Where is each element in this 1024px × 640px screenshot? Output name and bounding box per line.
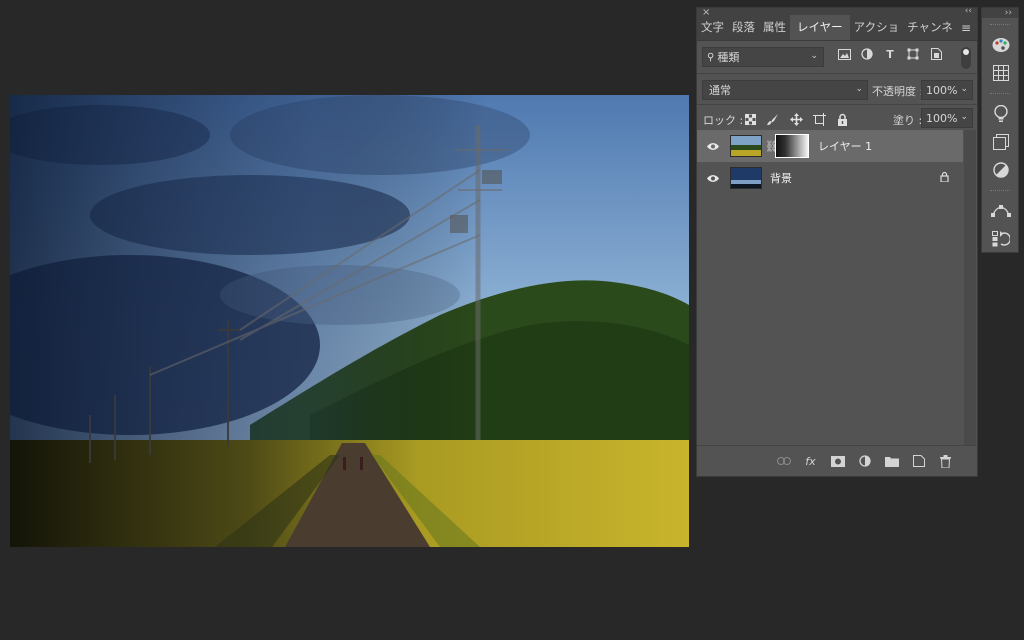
layer-row-background[interactable]: 背景: [697, 162, 963, 194]
strip-grip[interactable]: [990, 24, 1010, 28]
layers-scrollbar[interactable]: [964, 130, 976, 445]
expand-panels-icon[interactable]: ››: [982, 8, 1018, 18]
tab-layers[interactable]: レイヤー: [790, 15, 850, 40]
close-icon[interactable]: ×: [702, 7, 710, 18]
layer-filter-label: 種類: [717, 51, 740, 64]
new-layer-icon[interactable]: [911, 454, 926, 468]
blend-row: 通常 ⌄ 不透明度 : 100% ⌄: [697, 74, 977, 104]
adjustments-icon[interactable]: [982, 156, 1020, 184]
document-canvas[interactable]: [10, 95, 689, 547]
tab-paragraph[interactable]: 段落: [728, 19, 759, 40]
lock-transparent-pixels-icon[interactable]: [743, 112, 757, 126]
libraries-icon[interactable]: [982, 128, 1020, 156]
image-filter-icon[interactable]: [837, 47, 851, 61]
panel-tabs: 文字 段落 属性 レイヤー アクショ チャンネ ≡: [697, 15, 977, 41]
chevron-down-icon[interactable]: ⌄: [960, 84, 968, 94]
tab-actions[interactable]: アクショ: [850, 19, 903, 40]
collapsed-panels-strip: ››: [981, 7, 1019, 253]
tab-character[interactable]: 文字: [697, 19, 728, 40]
tab-properties[interactable]: 属性: [759, 19, 790, 40]
opacity-field[interactable]: 100% ⌄: [921, 80, 973, 100]
paths-icon[interactable]: [982, 197, 1020, 225]
layer-style-icon[interactable]: fx: [803, 454, 818, 468]
fill-field[interactable]: 100% ⌄: [921, 108, 973, 128]
adjustment-filter-icon[interactable]: [860, 47, 874, 61]
chevron-down-icon: ⌄: [810, 51, 818, 61]
lock-all-icon[interactable]: [835, 112, 849, 126]
type-filter-icon[interactable]: T: [883, 47, 897, 61]
strip-grip[interactable]: [990, 93, 1010, 97]
link-layers-icon[interactable]: [776, 454, 791, 468]
layer-mask-thumbnail[interactable]: [775, 134, 809, 158]
search-icon: ⚲: [707, 51, 715, 63]
layers-panel: × ‹‹ 文字 段落 属性 レイヤー アクショ チャンネ ≡ ⚲ 種類 ⌄ T: [696, 6, 978, 477]
eye-visibility-icon[interactable]: [707, 172, 719, 184]
layer-thumbnail: [730, 135, 762, 157]
canvas-photo: [10, 95, 689, 547]
color-palette-icon[interactable]: [982, 31, 1020, 59]
eye-visibility-icon[interactable]: [707, 140, 719, 152]
panel-menu-icon[interactable]: ≡: [961, 21, 971, 35]
history-icon[interactable]: [982, 225, 1020, 253]
tab-channels[interactable]: チャンネ: [903, 19, 957, 40]
fill-value: 100%: [926, 111, 958, 125]
shape-filter-icon[interactable]: [906, 47, 920, 61]
layers-bottom-toolbar: fx: [697, 445, 977, 476]
layers-list: ⛓ レイヤー 1 背景: [697, 130, 963, 445]
blend-mode-value: 通常: [709, 84, 731, 97]
lock-position-icon[interactable]: [789, 112, 803, 126]
lightbulb-icon[interactable]: [982, 100, 1020, 128]
lock-image-pixels-icon[interactable]: [766, 112, 780, 126]
layer-row-layer-1[interactable]: ⛓ レイヤー 1: [697, 130, 963, 162]
layer-filter-select[interactable]: ⚲ 種類 ⌄: [702, 47, 824, 67]
lock-row: ロック : 塗り : 100% ⌄: [697, 105, 977, 131]
strip-grip[interactable]: [990, 190, 1010, 194]
chevron-down-icon[interactable]: ⌄: [960, 112, 968, 122]
new-adjustment-layer-icon[interactable]: [857, 454, 872, 468]
layer-name: 背景: [770, 172, 792, 185]
fill-label: 塗り :: [893, 114, 923, 127]
blend-mode-select[interactable]: 通常 ⌄: [702, 80, 868, 100]
filter-toggle-switch[interactable]: [961, 47, 971, 69]
collapse-panel-icon[interactable]: ‹‹: [965, 6, 972, 16]
opacity-value: 100%: [926, 83, 958, 97]
add-mask-icon[interactable]: [830, 454, 845, 468]
lock-artboard-icon[interactable]: [812, 112, 826, 126]
smart-object-filter-icon[interactable]: [929, 47, 943, 61]
lock-label: ロック :: [703, 114, 744, 127]
filter-row: ⚲ 種類 ⌄ T: [697, 41, 977, 73]
layer-thumbnail: [730, 167, 762, 189]
swatches-grid-icon[interactable]: [982, 59, 1020, 87]
lock-icon[interactable]: [940, 171, 949, 185]
opacity-label: 不透明度 :: [872, 85, 924, 98]
new-group-icon[interactable]: [884, 454, 899, 468]
delete-layer-icon[interactable]: [938, 454, 953, 468]
chevron-down-icon: ⌄: [855, 84, 863, 94]
layer-name: レイヤー 1: [818, 140, 873, 153]
